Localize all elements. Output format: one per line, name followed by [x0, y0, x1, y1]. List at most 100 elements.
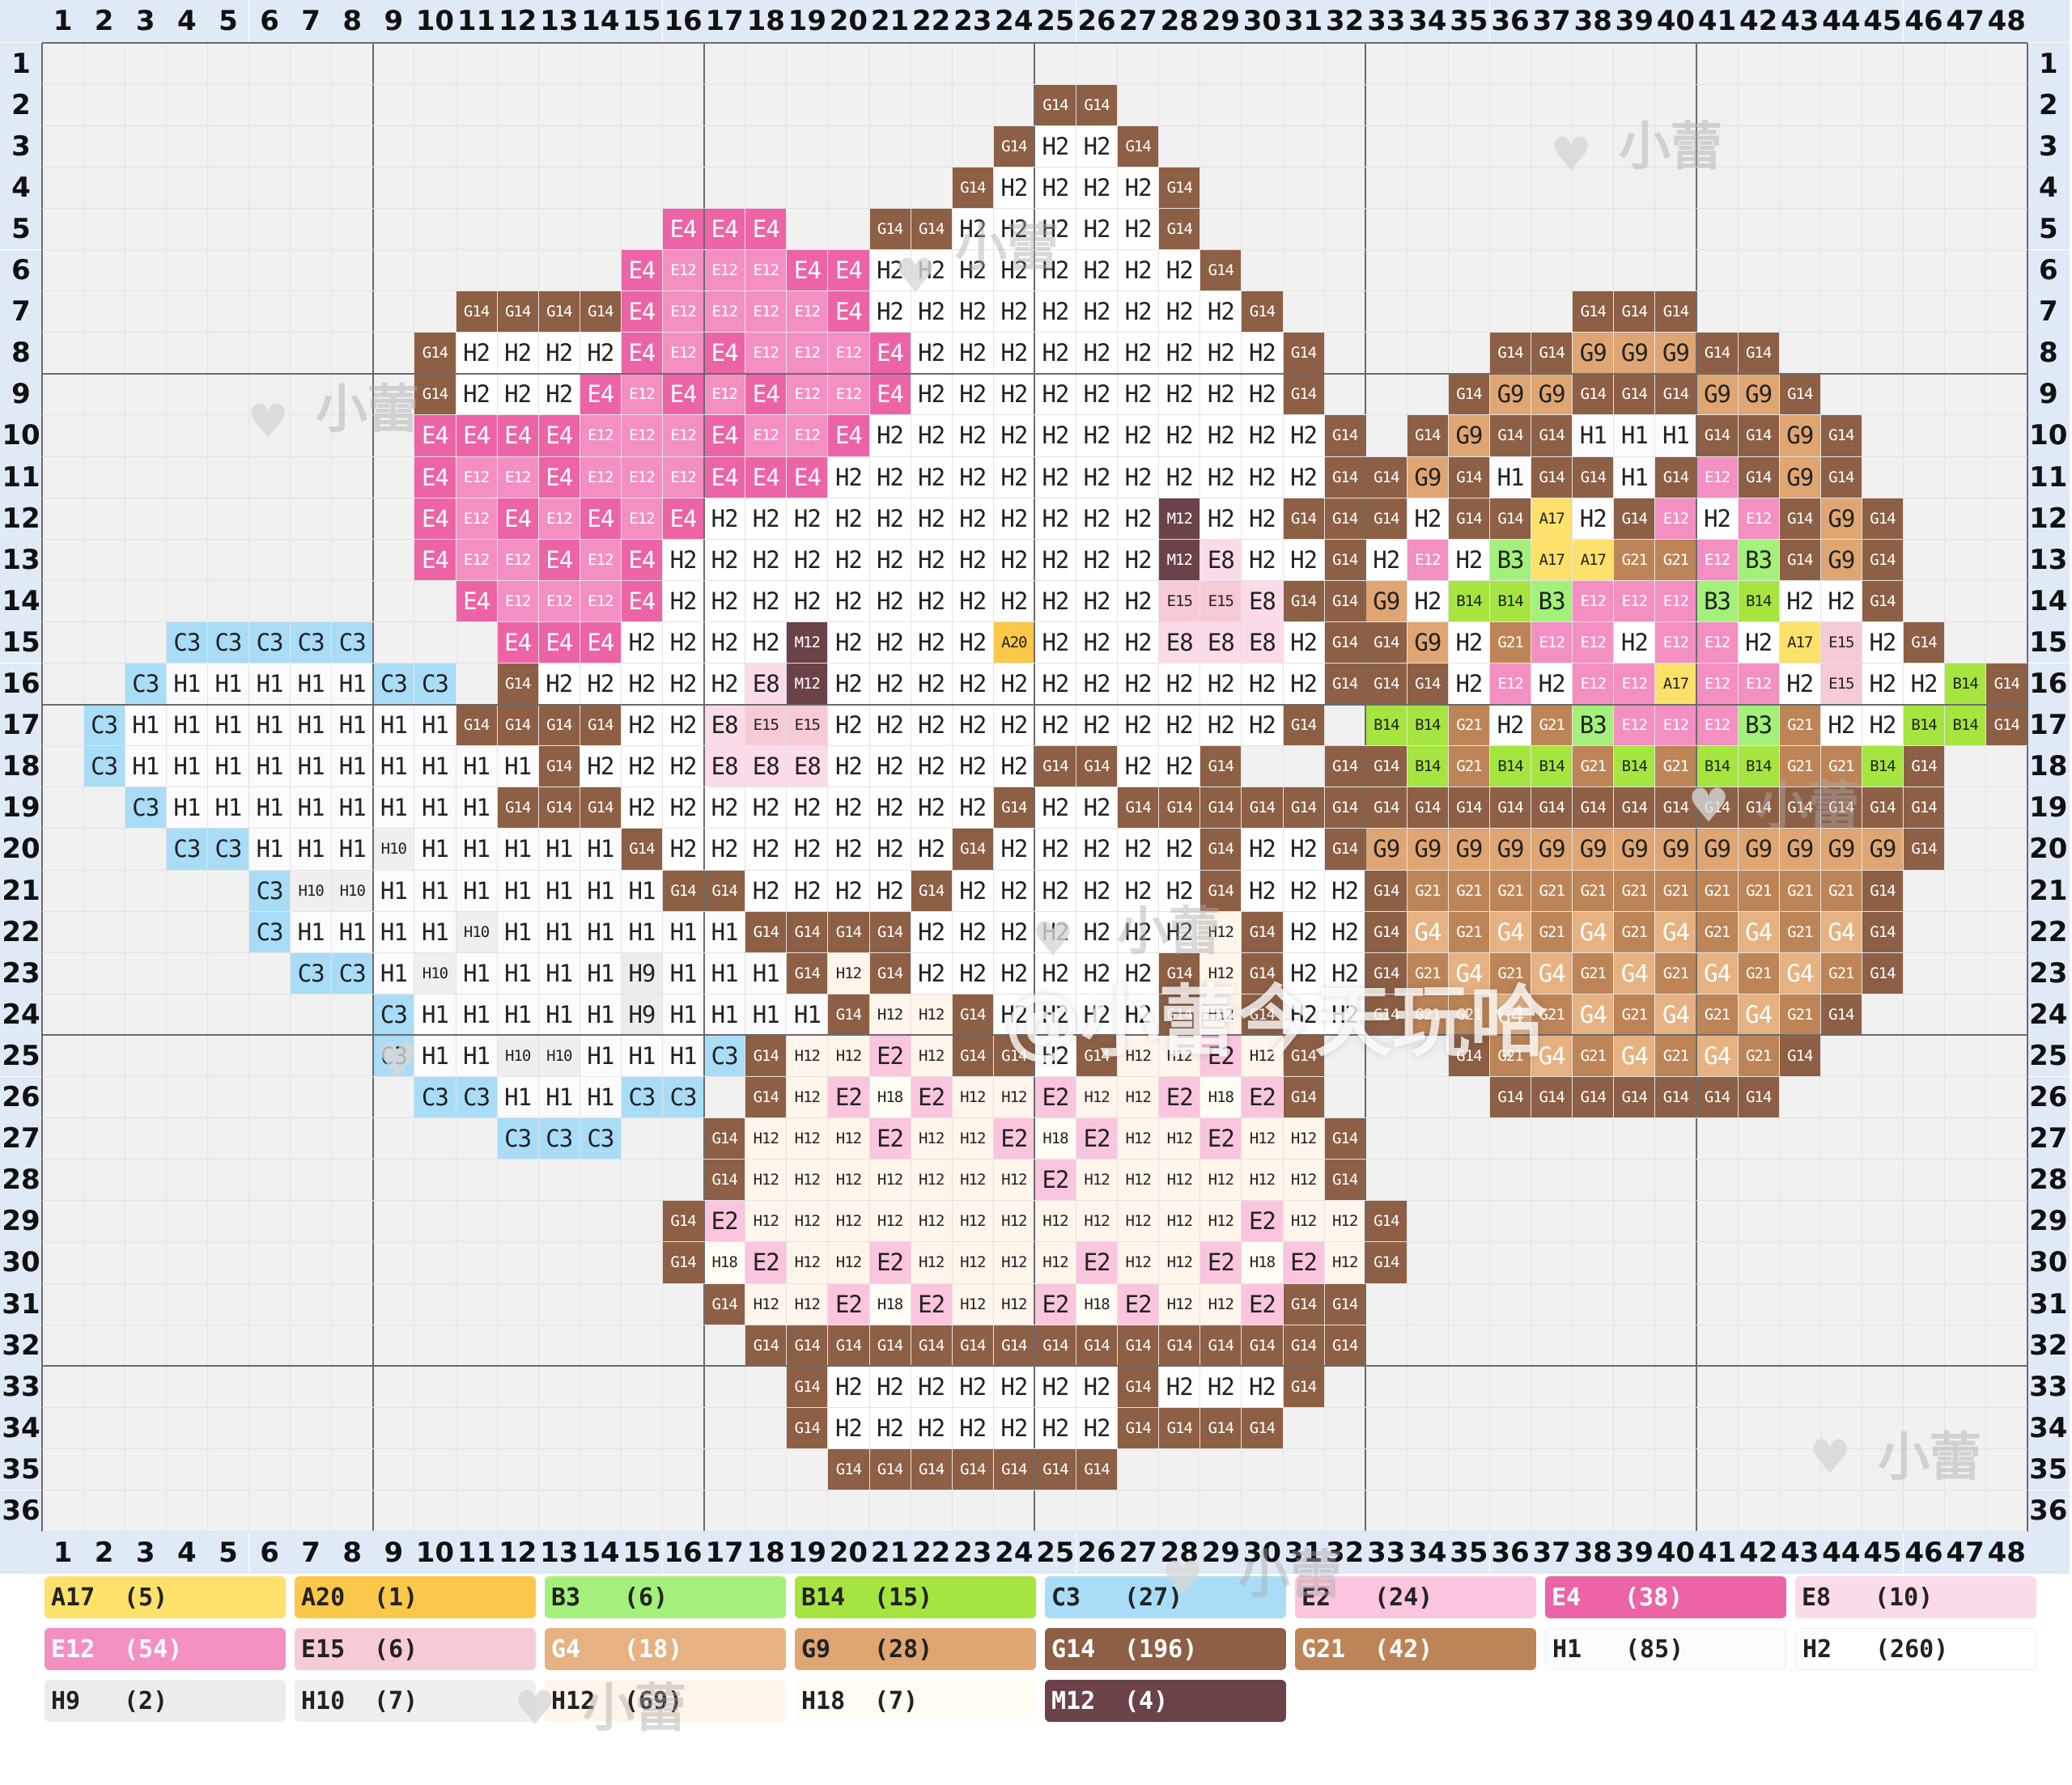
bead-cell: E12 [1654, 621, 1696, 664]
bead-cell: G14 [1779, 498, 1821, 540]
bead-cell: G9 [1820, 539, 1862, 581]
bead-cell: H2 [1283, 911, 1325, 953]
row-header-right: 32 [2027, 1325, 2070, 1367]
bead-cell: H2 [911, 621, 953, 664]
col-header-top: 45 [1862, 0, 1904, 42]
bead-cell: H2 [497, 373, 539, 415]
bead-cell: H2 [1076, 456, 1118, 498]
bead-cell: G14 [1324, 1159, 1366, 1201]
bead-cell: G14 [1199, 1325, 1242, 1367]
bead-cell: H12 [1283, 1117, 1325, 1160]
row-header-left: 12 [0, 498, 42, 540]
bead-cell: G14 [1365, 1200, 1408, 1242]
bead-cell: G14 [414, 373, 456, 415]
legend-swatch: H10 (7) [295, 1680, 536, 1722]
bead-cell: H2 [911, 952, 953, 994]
bead-cell: H2 [1076, 208, 1118, 250]
row-header-left: 28 [0, 1159, 42, 1201]
bead-cell: G14 [1738, 1076, 1780, 1118]
grid-line-horizontal [42, 1076, 2027, 1077]
bead-cell: H12 [993, 1200, 1035, 1242]
bead-cell: H12 [1199, 1283, 1242, 1325]
bead-cell: B3 [1531, 580, 1573, 622]
bead-cell: H2 [1407, 498, 1449, 540]
bead-cell: E4 [745, 373, 787, 415]
bead-cell: G9 [1779, 828, 1821, 870]
bead-cell: H1 [331, 704, 373, 746]
bead-cell: G14 [1654, 290, 1696, 333]
bead-cell: G4 [1613, 1035, 1655, 1077]
col-header-bottom: 27 [1117, 1531, 1159, 1574]
bead-cell: C3 [83, 745, 125, 787]
bead-cell: H2 [662, 704, 704, 746]
legend-swatch: B3 (6) [545, 1576, 786, 1618]
bead-cell: H2 [952, 952, 994, 994]
bead-cell: E12 [497, 580, 539, 622]
bead-cell: H2 [869, 498, 911, 540]
bead-cell: G14 [1820, 414, 1862, 456]
bead-cell: H2 [538, 373, 580, 415]
bead-cell: G14 [1738, 332, 1780, 374]
col-header-bottom: 39 [1613, 1531, 1655, 1574]
row-header-right: 36 [2027, 1490, 2070, 1532]
bead-cell: H12 [993, 1283, 1035, 1325]
bead-cell: H2 [1034, 663, 1076, 705]
bead-cell: H2 [911, 539, 953, 581]
bead-cell: E4 [662, 498, 704, 540]
bead-cell: H2 [911, 787, 953, 829]
bead-cell: A17 [1531, 498, 1573, 540]
bead-cell: H12 [1117, 1159, 1159, 1201]
bead-cell: H2 [993, 498, 1035, 540]
col-header-top: 20 [827, 0, 869, 42]
bead-cell: H1 [248, 704, 291, 746]
bead-cell: H12 [1034, 1241, 1076, 1283]
col-header-bottom: 19 [786, 1531, 828, 1574]
bead-cell: G14 [869, 208, 911, 250]
legend-swatch: C3 (27) [1045, 1576, 1286, 1618]
bead-cell: G14 [786, 1366, 828, 1408]
bead-cell: E4 [703, 414, 745, 456]
legend-count: (18) [624, 1634, 683, 1664]
bead-cell: G14 [1199, 787, 1242, 829]
bead-cell: H1 [414, 994, 456, 1036]
row-header-left: 31 [0, 1283, 42, 1325]
grid-line-horizontal [42, 414, 2027, 416]
bead-cell: H1 [248, 745, 291, 787]
bead-cell: G14 [1365, 870, 1408, 912]
bead-cell: H2 [1076, 704, 1118, 746]
bead-cell: G4 [1531, 952, 1573, 994]
bead-cell: H1 [290, 745, 332, 787]
bead-cell: H2 [745, 870, 787, 912]
bead-cell: G14 [1199, 1407, 1242, 1449]
bead-cell: G14 [1158, 208, 1200, 250]
bead-cell: H2 [1117, 828, 1159, 870]
bead-cell: H2 [1696, 498, 1739, 540]
bead-cell: E4 [538, 621, 580, 664]
bead-cell: G14 [827, 1325, 869, 1367]
bead-cell: G21 [1572, 870, 1614, 912]
row-header-left: 33 [0, 1366, 42, 1408]
row-header-right: 8 [2027, 332, 2070, 374]
bead-cell: H12 [1199, 952, 1242, 994]
grid-line-horizontal [42, 621, 2027, 622]
bead-cell: G21 [1654, 870, 1696, 912]
bead-cell: H2 [1448, 663, 1490, 705]
bead-cell: G14 [1365, 456, 1408, 498]
bead-cell: H2 [1076, 373, 1118, 415]
bead-cell: H2 [952, 249, 994, 291]
bead-cell: H2 [1117, 332, 1159, 374]
bead-cell: E12 [497, 456, 539, 498]
bead-cell: C3 [331, 621, 373, 664]
bead-cell: H2 [869, 704, 911, 746]
row-header-right: 35 [2027, 1448, 2070, 1490]
bead-cell: G9 [1738, 373, 1780, 415]
bead-cell: E12 [827, 373, 869, 415]
col-header-top: 37 [1531, 0, 1573, 42]
col-header-top: 6 [248, 0, 291, 42]
col-header-top: 19 [786, 0, 828, 42]
bead-cell: G14 [1365, 663, 1408, 705]
legend-code: A20 [301, 1583, 346, 1612]
row-header-left: 35 [0, 1448, 42, 1490]
bead-cell: G9 [1448, 828, 1490, 870]
bead-cell: G14 [1076, 1448, 1118, 1490]
